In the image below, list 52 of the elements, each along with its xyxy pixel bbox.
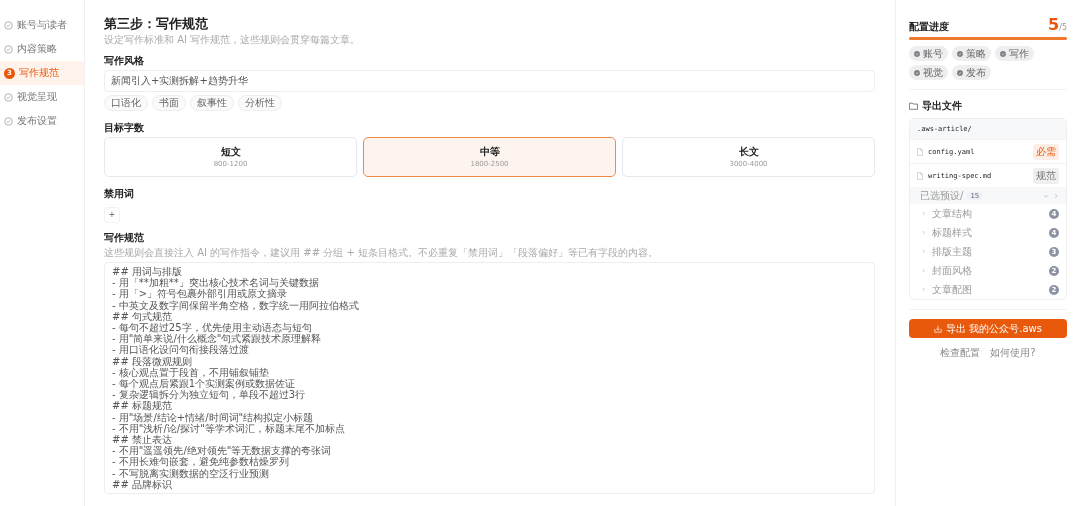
check-circle-icon: [4, 92, 13, 102]
sidebar-item[interactable]: 视觉呈现: [0, 85, 84, 109]
step-label: 写作: [1009, 46, 1029, 61]
section-label: 目标字数: [104, 121, 145, 134]
export-title: 导出文件: [922, 99, 962, 113]
preset-folder[interactable]: 封面风格: [932, 263, 1043, 278]
page-title: 第三步：写作规范: [104, 15, 209, 33]
check-circle-icon: [4, 20, 13, 30]
preset-folder[interactable]: 文章配图: [932, 282, 1043, 297]
style-field[interactable]: 新闻引入+实测拆解+趋势升华: [104, 70, 875, 92]
sidebar-item[interactable]: 账号与读者: [0, 13, 84, 37]
file-icon: [917, 147, 923, 156]
preset-folder[interactable]: 标题样式: [932, 225, 1043, 240]
sidebar-item[interactable]: 内容策略: [0, 37, 84, 61]
file-tag: 必需: [1033, 143, 1059, 160]
step-label: 账号: [923, 46, 943, 61]
check-circle-icon: [4, 44, 13, 54]
section-label: 写作风格: [104, 54, 145, 67]
step-label: 发布: [966, 65, 986, 80]
section-label: 写作规范: [104, 231, 145, 244]
help-link[interactable]: 如何使用?: [990, 346, 1036, 360]
chevron-icon[interactable]: [1043, 192, 1049, 199]
download-icon: [934, 324, 943, 333]
chevron-icon[interactable]: [921, 268, 926, 273]
style-chip[interactable]: 书面: [152, 95, 186, 111]
folder-icon: [909, 102, 918, 110]
chevron-icon[interactable]: [921, 230, 926, 235]
file-icon: [917, 171, 923, 180]
file-tag: 规范: [1033, 167, 1059, 184]
chevron-right-icon[interactable]: [1053, 192, 1059, 199]
step-label: 策略: [966, 46, 986, 61]
chevron-icon[interactable]: [921, 249, 926, 254]
export-button[interactable]: 导出 我的公众号.aws: [909, 319, 1067, 338]
section-label: 禁用词: [104, 187, 135, 200]
progress-title: 配置进度: [909, 20, 949, 34]
sidebar-item[interactable]: 发布设置: [0, 109, 84, 133]
help-link[interactable]: 检查配置: [940, 346, 981, 360]
add-button[interactable]: +: [104, 207, 120, 223]
style-chip[interactable]: 分析性: [238, 95, 282, 111]
preset-folder[interactable]: 排版主题: [932, 244, 1043, 259]
style-chip[interactable]: 口语化: [104, 95, 148, 111]
preset-folder[interactable]: 文章结构: [932, 206, 1043, 221]
chevron-icon[interactable]: [921, 287, 926, 292]
style-chip[interactable]: 叙事性: [190, 95, 234, 111]
step-label: 视觉: [923, 65, 943, 80]
folder-name[interactable]: 已选预设/: [920, 188, 964, 203]
page-subtitle: 设定写作标准和 AI 写作规范，这些规则会贯穿每篇文章。: [104, 33, 362, 46]
field-hint: 这些规则会直接注入 AI 的写作指令，建议用 ## 分组 + 短条目格式。不必重复「禁用词」「段落偏好」等已有字段的内容。: [104, 247, 659, 259]
rules-editor[interactable]: ## 用词与排版 - 用「**加粗**」突出核心技术名词与关键数据 - 用「>」符号包裹外部引用或原文摘录 - 中英文及数字间保留半角空格，数字统一用阿拉伯格式 ## 句式规范 - 每句不超过25字，优先使用主动语态与短句 - 用"简单来说/什么概念"句式紧跟技术原理解释 - 用口语化设问句衔接段落过渡 ## 段落微观规则 - 核心观点置于段首，不用铺叙铺垫 - 每个观点后紧跟1个实测案例或数据佐证 - 复杂逻辑拆分为独立短句，单段不超过3行 ## 标题规范 - 用"场景/结论+情绪/时间词"结构拟定小标题 - 不用"浅析/论/探讨"等学术词汇，标题末尾不加标点 ## 禁止表达 - 不用"遥遥领先/绝对领先"等无数据支撑的夸张词 - 不用长难句嵌套，避免纯参数枯燥罗列 - 不写脱离实测数据的空泛行业预测 ## 品牌标识: [104, 262, 875, 495]
progress-count: 5/5: [1048, 15, 1067, 34]
check-circle-icon: [4, 116, 13, 126]
chevron-icon[interactable]: [921, 211, 926, 216]
